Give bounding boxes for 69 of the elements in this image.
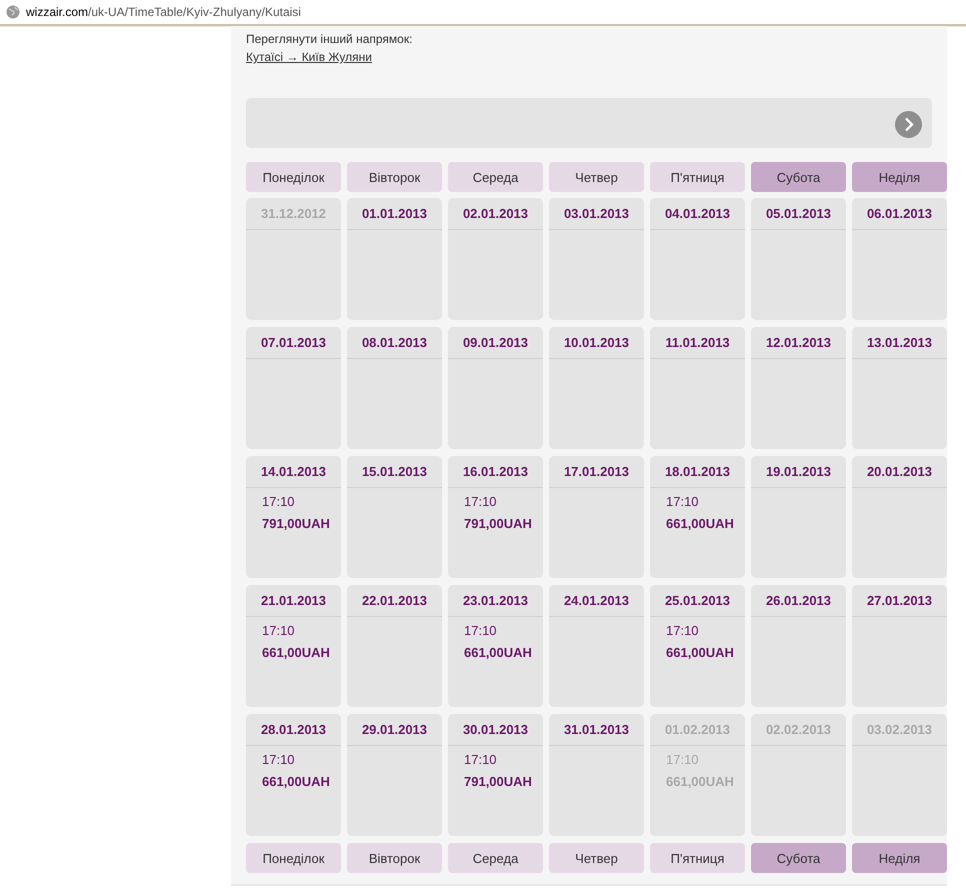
- weekday-header: Субота: [751, 162, 846, 192]
- weekday-header: Вівторок: [347, 843, 442, 873]
- date-label: 24.01.2013: [549, 585, 644, 617]
- date-label: 31.01.2013: [549, 714, 644, 746]
- flight-time[interactable]: 17:10: [262, 752, 295, 768]
- date-label: 04.01.2013: [650, 198, 745, 230]
- date-label: 11.01.2013: [650, 327, 745, 359]
- date-label: 03.02.2013: [852, 714, 947, 746]
- date-label: 27.01.2013: [852, 585, 947, 617]
- date-label: 14.01.2013: [246, 456, 341, 488]
- weekday-header: П'ятниця: [650, 162, 745, 192]
- date-label: 31.12.2012: [246, 198, 341, 230]
- date-label: 10.01.2013: [549, 327, 644, 359]
- date-label: 05.01.2013: [751, 198, 846, 230]
- flight-price[interactable]: 661,00UAH: [666, 516, 734, 532]
- date-label: 01.01.2013: [347, 198, 442, 230]
- flight-time[interactable]: 17:10: [464, 752, 497, 768]
- date-label: 28.01.2013: [246, 714, 341, 746]
- date-label: 26.01.2013: [751, 585, 846, 617]
- flight-price[interactable]: 661,00UAH: [262, 645, 330, 661]
- date-label: 08.01.2013: [347, 327, 442, 359]
- url-text[interactable]: wizzair.com/uk-UA/TimeTable/Kyiv-Zhulyany/Kutaisi: [26, 5, 301, 19]
- flight-time[interactable]: 17:10: [262, 494, 295, 510]
- weekday-header: Четвер: [549, 162, 644, 192]
- date-label: 17.01.2013: [549, 456, 644, 488]
- flight-time[interactable]: 17:10: [666, 494, 699, 510]
- date-label: 22.01.2013: [347, 585, 442, 617]
- date-label: 15.01.2013: [347, 456, 442, 488]
- date-label: 23.01.2013: [448, 585, 543, 617]
- date-label: 09.01.2013: [448, 327, 543, 359]
- date-label: 20.01.2013: [852, 456, 947, 488]
- date-label: 16.01.2013: [448, 456, 543, 488]
- date-label: 01.02.2013: [650, 714, 745, 746]
- weekday-header: Субота: [751, 843, 846, 873]
- date-label: 30.01.2013: [448, 714, 543, 746]
- globe-icon: [6, 5, 20, 19]
- date-label: 07.01.2013: [246, 327, 341, 359]
- date-label: 19.01.2013: [751, 456, 846, 488]
- date-label: 03.01.2013: [549, 198, 644, 230]
- flight-price[interactable]: 791,00UAH: [262, 516, 330, 532]
- weekday-header: Понеділок: [246, 843, 341, 873]
- date-label: 06.01.2013: [852, 198, 947, 230]
- flight-price[interactable]: 661,00UAH: [464, 645, 532, 661]
- date-label: 13.01.2013: [852, 327, 947, 359]
- weekday-header: Середа: [448, 162, 543, 192]
- weekday-header: Понеділок: [246, 162, 341, 192]
- date-label: 21.01.2013: [246, 585, 341, 617]
- flight-price[interactable]: 791,00UAH: [464, 516, 532, 532]
- weekday-header: П'ятниця: [650, 843, 745, 873]
- weekday-header: Неділя: [852, 843, 947, 873]
- direction-link[interactable]: Кутаїсі → Київ Жуляни: [246, 50, 372, 64]
- weekday-header: Неділя: [852, 162, 947, 192]
- weekday-header: Вівторок: [347, 162, 442, 192]
- direction-label: Переглянути інший напрямок:: [246, 31, 414, 48]
- flight-price[interactable]: 661,00UAH: [262, 774, 330, 790]
- date-label: 18.01.2013: [650, 456, 745, 488]
- weekday-header: Четвер: [549, 843, 644, 873]
- flight-time[interactable]: 17:10: [464, 494, 497, 510]
- flight-time[interactable]: 17:10: [464, 623, 497, 639]
- flight-time[interactable]: 17:10: [666, 623, 699, 639]
- date-label: 25.01.2013: [650, 585, 745, 617]
- flight-price[interactable]: 661,00UAH: [666, 645, 734, 661]
- date-label: 02.01.2013: [448, 198, 543, 230]
- flight-price[interactable]: 791,00UAH: [464, 774, 532, 790]
- flight-time[interactable]: 17:10: [262, 623, 295, 639]
- date-label: 29.01.2013: [347, 714, 442, 746]
- weekday-header: Середа: [448, 843, 543, 873]
- date-label: 12.01.2013: [751, 327, 846, 359]
- date-label: 02.02.2013: [751, 714, 846, 746]
